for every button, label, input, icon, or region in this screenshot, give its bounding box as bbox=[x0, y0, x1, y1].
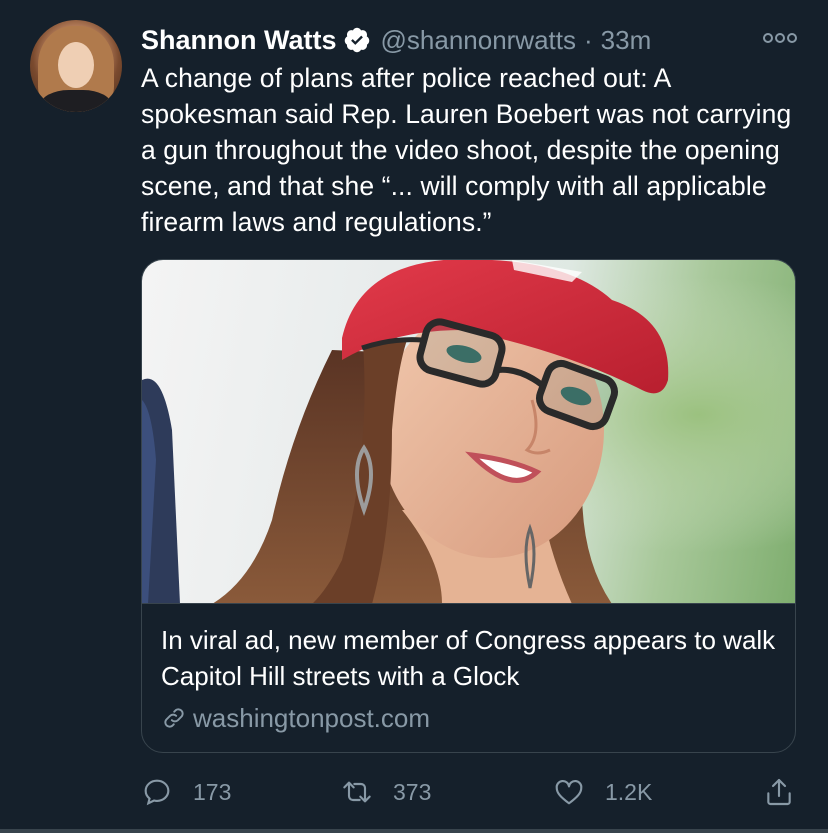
verified-badge-icon bbox=[343, 26, 371, 54]
author-handle[interactable]: @shannonrwatts bbox=[381, 25, 577, 56]
tweet-text: A change of plans after police reached o… bbox=[141, 63, 792, 237]
avatar-face bbox=[58, 42, 94, 88]
avatar[interactable] bbox=[30, 20, 122, 112]
share-button[interactable] bbox=[763, 771, 795, 813]
retweet-icon bbox=[343, 781, 371, 803]
author-name[interactable]: Shannon Watts bbox=[141, 25, 337, 56]
separator-dot: · bbox=[584, 24, 593, 55]
retweet-count: 373 bbox=[393, 778, 432, 805]
card-text: In viral ad, new member of Congress appe… bbox=[161, 622, 781, 735]
reply-button[interactable]: 173 bbox=[141, 771, 231, 813]
link-preview-card[interactable]: In viral ad, new member of Congress appe… bbox=[141, 259, 796, 753]
like-count: 1.2K bbox=[605, 778, 653, 805]
tweet-actions: 173 373 1.2K bbox=[141, 771, 801, 813]
share-icon bbox=[767, 778, 791, 806]
divider bbox=[0, 829, 828, 833]
reply-icon bbox=[144, 779, 170, 806]
heart-icon bbox=[555, 780, 583, 805]
avatar-shirt bbox=[40, 90, 112, 112]
reply-count: 173 bbox=[193, 778, 232, 805]
more-options-icon[interactable] bbox=[762, 30, 798, 46]
like-button[interactable]: 1.2K bbox=[553, 771, 652, 813]
retweet-button[interactable]: 373 bbox=[341, 771, 431, 813]
link-icon bbox=[164, 708, 184, 728]
tweet[interactable]: Shannon Watts @shannonrwatts · 33m A cha… bbox=[0, 0, 828, 833]
card-title[interactable]: In viral ad, new member of Congress appe… bbox=[161, 622, 781, 694]
card-domain-text: washingtonpost.com bbox=[193, 703, 431, 733]
tweet-header: Shannon Watts @shannonrwatts · 33m bbox=[141, 20, 651, 60]
card-domain[interactable]: washingtonpost.com bbox=[161, 701, 781, 735]
tweet-timestamp[interactable]: 33m bbox=[601, 25, 652, 56]
card-image[interactable] bbox=[142, 260, 795, 604]
